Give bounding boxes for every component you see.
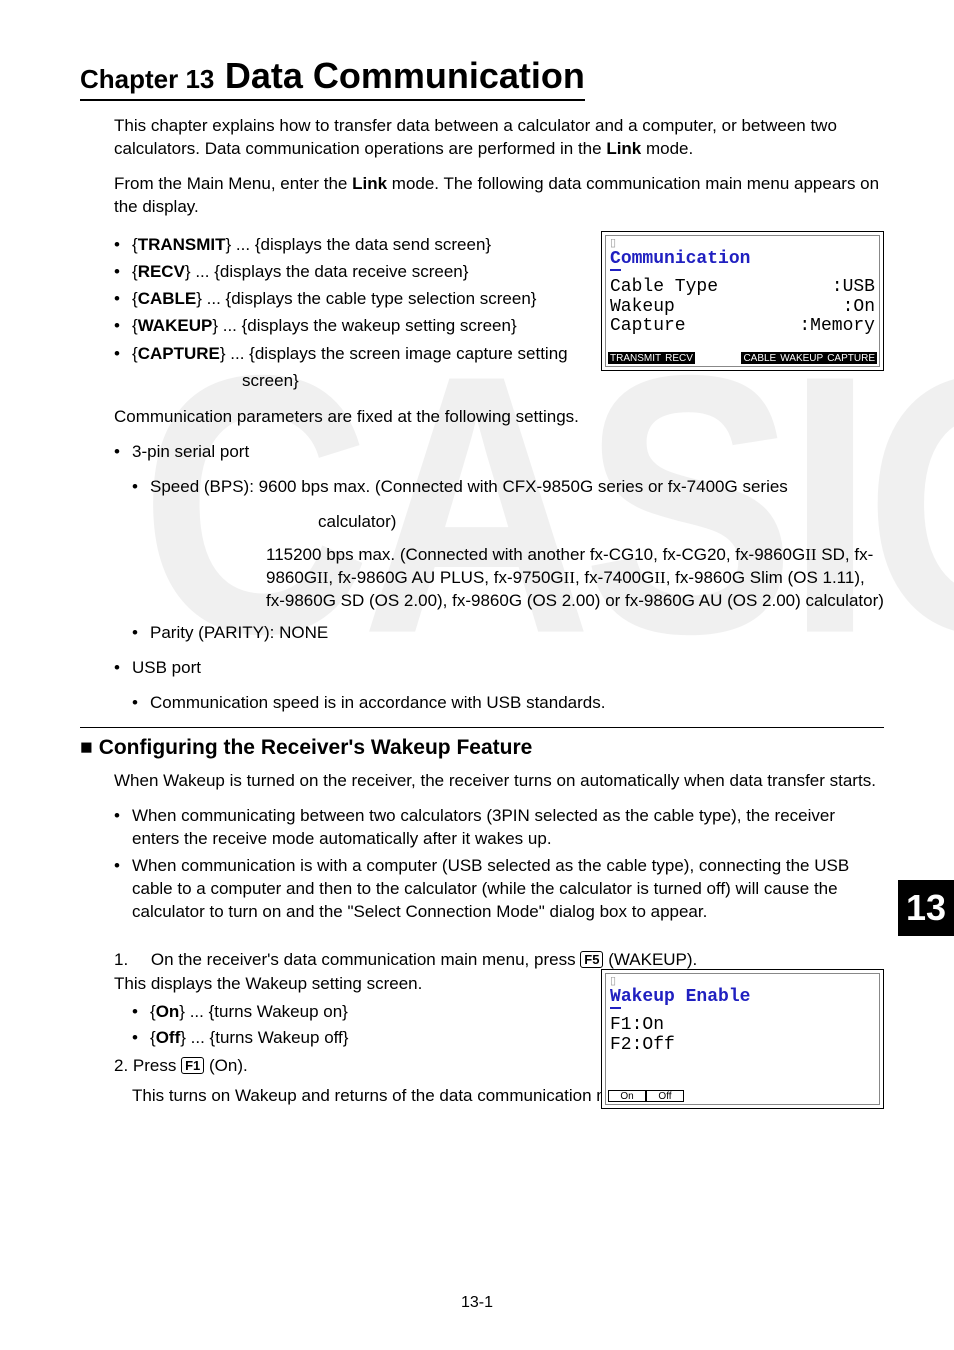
params-usb-list: USB port (114, 657, 884, 680)
f1-key: F1 (181, 1057, 204, 1074)
params-usb-speed: Communication speed is in accordance wit… (132, 692, 884, 715)
params-parity-list: Parity (PARITY): NONE (132, 622, 884, 645)
fkey-transmit: TRANSMIT (608, 352, 663, 364)
params-usb-sub: Communication speed is in accordance wit… (132, 692, 884, 715)
params-lead: Communication parameters are fixed at th… (114, 406, 884, 429)
screen2-l2: F2:Off (610, 1036, 875, 1056)
fkey-on: On (608, 1090, 646, 1102)
chapter-title: Data Communication (225, 55, 585, 96)
params-speed-1-cont: calculator) (318, 511, 884, 534)
wakeup-p1: When Wakeup is turned on the receiver, t… (114, 770, 884, 793)
page-tab: 13 (898, 880, 954, 936)
screen2-l1: F1:On (610, 1016, 875, 1036)
menu-list: {TRANSMIT} ... {displays the data send s… (114, 231, 584, 394)
fkey-capture: CAPTURE (825, 352, 877, 364)
wakeup-bullets: When communicating between two calculato… (114, 805, 864, 924)
calc-screen-communication: ▯ Communication Cable Type:USB Wakeup:On… (601, 231, 884, 371)
fkey-recv: RECV (663, 352, 695, 364)
screen1-title: Communication (610, 250, 875, 270)
params-serial-list: 3-pin serial port (114, 441, 884, 464)
params-speed-1: Speed (BPS): 9600 bps max. (Connected wi… (132, 476, 884, 499)
params-serial: 3-pin serial port (114, 441, 884, 464)
intro-para-1: This chapter explains how to transfer da… (114, 115, 884, 161)
screen1-row-wakeup: Wakeup:On (610, 298, 875, 318)
wakeup-b1: When communicating between two calculato… (114, 805, 864, 851)
fkey-off: Off (646, 1090, 684, 1102)
chapter-label: Chapter 13 (80, 64, 214, 94)
fkey-cable: CABLE (741, 352, 778, 364)
page-number: 13-1 (0, 1294, 954, 1312)
screen1-fkeys: TRANSMIT RECV CABLE WAKEUP CAPTURE (608, 352, 877, 364)
screen2-title: Wakeup Enable (610, 988, 875, 1008)
menu-wakeup: {WAKEUP} ... {displays the wakeup settin… (114, 312, 584, 339)
f5-key: F5 (580, 951, 603, 968)
screen2-fkeys: On Off (608, 1090, 877, 1102)
params-speed-2: 115200 bps max. (Connected with another … (266, 544, 884, 613)
screen1-row-cable: Cable Type:USB (610, 278, 875, 298)
square-bullet-icon: ■ (80, 736, 93, 759)
menu-capture: {CAPTURE} ... {displays the screen image… (114, 340, 584, 394)
params-serial-sub: Speed (BPS): 9600 bps max. (Connected wi… (132, 476, 884, 499)
menu-recv: {RECV} ... {displays the data receive sc… (114, 258, 584, 285)
chapter-heading: Chapter 13 Data Communication (80, 55, 585, 101)
params-usb: USB port (114, 657, 884, 680)
intro-para-2: From the Main Menu, enter the Link mode.… (114, 173, 884, 219)
menu-cable: {CABLE} ... {displays the cable type sel… (114, 285, 584, 312)
wakeup-b2: When communication is with a computer (U… (114, 855, 864, 924)
section-divider (80, 727, 884, 728)
menu-transmit: {TRANSMIT} ... {displays the data send s… (114, 231, 584, 258)
fkey-wakeup: WAKEUP (778, 352, 825, 364)
section-heading: ■Configuring the Receiver's Wakeup Featu… (80, 736, 884, 760)
params-parity: Parity (PARITY): NONE (132, 622, 884, 645)
calc-screen-wakeup: ▯ Wakeup Enable F1:On F2:Off On Off (601, 969, 884, 1109)
screen1-row-capture: Capture:Memory (610, 317, 875, 337)
